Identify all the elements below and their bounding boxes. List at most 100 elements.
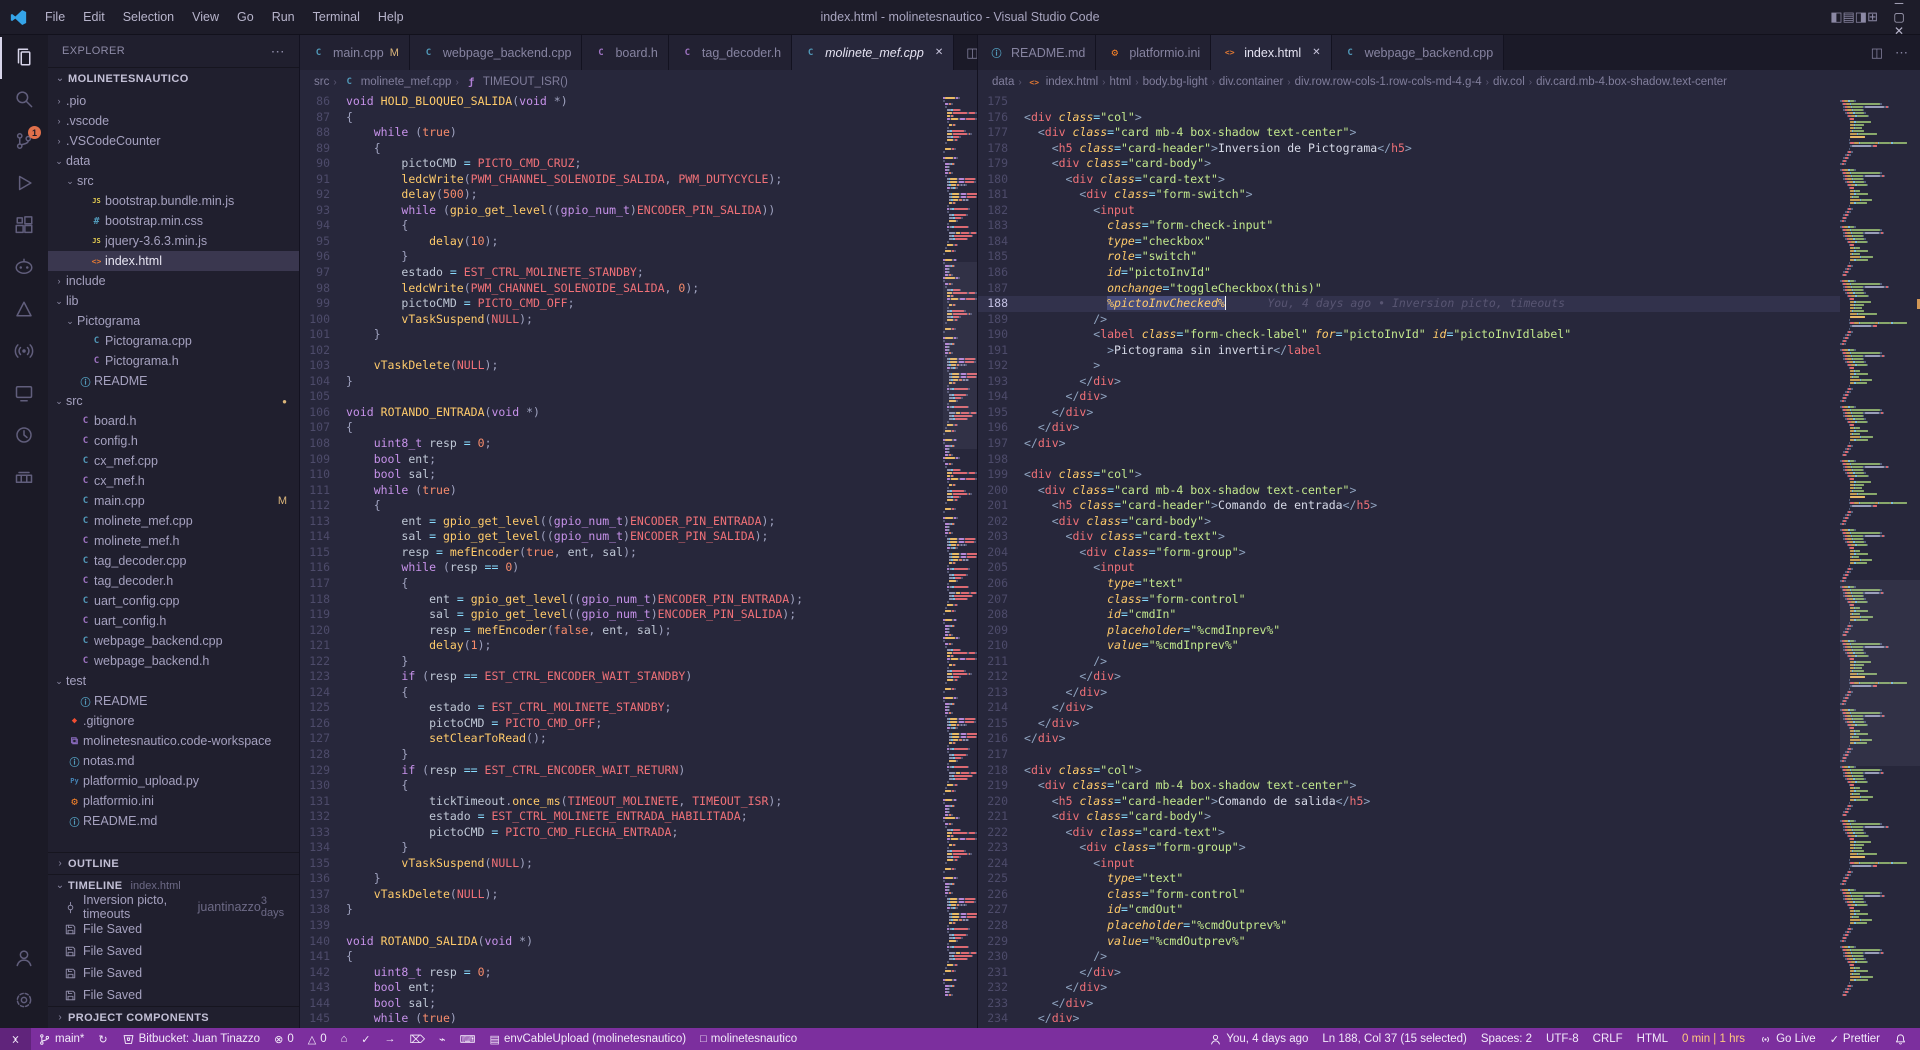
code-line[interactable]: 202 <div class="card-body">	[978, 514, 1840, 530]
code-line[interactable]: 128 }	[300, 747, 943, 763]
code-line[interactable]: 224 <input	[978, 856, 1840, 872]
activity-gitlens[interactable]	[0, 415, 48, 457]
code-line[interactable]: 227 id="cmdOut"	[978, 902, 1840, 918]
tree-item-index.html[interactable]: <>index.html	[48, 251, 299, 271]
status-notifications[interactable]	[1887, 1028, 1914, 1050]
code-line[interactable]: 106void ROTANDO_ENTRADA(void *)	[300, 405, 943, 421]
activity-run-and-debug[interactable]	[0, 163, 48, 205]
code-line[interactable]: 103 vTaskDelete(NULL);	[300, 358, 943, 374]
section-root-folder[interactable]: ⌄ MOLINETESNAUTICO	[48, 67, 299, 89]
code-line[interactable]: 132 estado = EST_CTRL_MOLINETE_ENTRADA_H…	[300, 809, 943, 825]
code-line[interactable]: 196 </div>	[978, 420, 1840, 436]
tree-item-webpage_backend.h[interactable]: Cwebpage_backend.h	[48, 651, 299, 671]
code-line[interactable]: 99 pictoCMD = PICTO_CMD_OFF;	[300, 296, 943, 312]
code-line[interactable]: 118 ent = gpio_get_level((gpio_num_t)ENC…	[300, 592, 943, 608]
tree-item-include[interactable]: ›include	[48, 271, 299, 291]
tab-index.html[interactable]: <>index.html✕	[1211, 35, 1331, 70]
timeline-item[interactable]: Inversion picto, timeoutsjuantinazzo3 da…	[48, 896, 299, 918]
tab-board.h[interactable]: Cboard.h	[582, 35, 668, 70]
activity-accounts[interactable]	[0, 938, 48, 980]
code-line[interactable]: 221 <div class="card-body">	[978, 809, 1840, 825]
code-line[interactable]: 211 />	[978, 654, 1840, 670]
code-line[interactable]: 184 type="checkbox"	[978, 234, 1840, 250]
code-line[interactable]: 215 </div>	[978, 716, 1840, 732]
status-language-mode[interactable]: HTML	[1630, 1028, 1675, 1050]
code-editor-left[interactable]: 86void HOLD_BLOQUEO_SALIDA(void *)87{88 …	[300, 94, 943, 1028]
activity-explorer[interactable]	[0, 37, 48, 79]
code-line[interactable]: 229 value="%cmdOutprev%"	[978, 934, 1840, 950]
tab-webpage_backend.cpp[interactable]: Cwebpage_backend.cpp	[410, 35, 583, 70]
code-line[interactable]: 228 placeholder="%cmdOutprev%"	[978, 918, 1840, 934]
code-line[interactable]: 214 </div>	[978, 700, 1840, 716]
tree-item-molinetesnautico.code-workspace[interactable]: ⧉molinetesnautico.code-workspace	[48, 731, 299, 751]
code-line[interactable]: 179 <div class="card-body">	[978, 156, 1840, 172]
code-line[interactable]: 233 </div>	[978, 996, 1840, 1012]
tree-item-main.cpp[interactable]: Cmain.cppM	[48, 491, 299, 511]
code-line[interactable]: 134 }	[300, 840, 943, 856]
code-line[interactable]: 121 delay(1);	[300, 638, 943, 654]
code-line[interactable]: 95 delay(10);	[300, 234, 943, 250]
code-line[interactable]: 104}	[300, 374, 943, 390]
toggle-panel-icon[interactable]: ▤	[1843, 9, 1855, 24]
tree-item-data[interactable]: ⌄data	[48, 151, 299, 171]
code-line[interactable]: 119 sal = gpio_get_level((gpio_num_t)ENC…	[300, 607, 943, 623]
code-line[interactable]: 197</div>	[978, 436, 1840, 452]
tree-item-src[interactable]: ⌄src	[48, 171, 299, 191]
timeline-item[interactable]: File Saved	[48, 918, 299, 940]
tree-item-tag_decoder.cpp[interactable]: Ctag_decoder.cpp	[48, 551, 299, 571]
code-line[interactable]: 188 %pictoInvChecked% You, 4 days ago • …	[978, 296, 1840, 312]
code-line[interactable]: 203 <div class="card-text">	[978, 529, 1840, 545]
activity-source-control[interactable]: 1	[0, 121, 48, 163]
status-pio-project[interactable]: □molinetesnautico	[693, 1028, 804, 1050]
activity-cmake[interactable]	[0, 289, 48, 331]
tree-item-platformio.ini[interactable]: ⚙platformio.ini	[48, 791, 299, 811]
close-button[interactable]: ✕	[1878, 24, 1920, 38]
breadcrumb-data[interactable]: data	[992, 76, 1014, 88]
tree-item-.pio[interactable]: ›.pio	[48, 91, 299, 111]
code-line[interactable]: 90 pictoCMD = PICTO_CMD_CRUZ;	[300, 156, 943, 172]
code-line[interactable]: 96 }	[300, 249, 943, 265]
code-editor-right[interactable]: 175176<div class="col">177 <div class="c…	[978, 94, 1840, 1028]
status-prettier[interactable]: ✓Prettier	[1823, 1028, 1887, 1050]
more-actions-icon[interactable]: ⋯	[1895, 45, 1908, 61]
breadcrumb-body.bg-light[interactable]: body.bg-light	[1143, 76, 1208, 88]
code-line[interactable]: 212 </div>	[978, 669, 1840, 685]
code-line[interactable]: 88 while (true)	[300, 125, 943, 141]
code-line[interactable]: 185 role="switch"	[978, 249, 1840, 265]
code-line[interactable]: 200 <div class="card mb-4 box-shadow tex…	[978, 483, 1840, 499]
menu-file[interactable]: File	[36, 0, 74, 34]
toggle-secondary-sidebar-icon[interactable]: ◨	[1855, 9, 1867, 24]
breadcrumb-div.row.row-cols-1.row-cols-md-4.g-4[interactable]: div.row.row-cols-1.row-cols-md-4.g-4	[1295, 76, 1482, 88]
status-pio-clean[interactable]: ⌦	[402, 1028, 432, 1050]
code-line[interactable]: 194 </div>	[978, 389, 1840, 405]
tree-item-bootstrap.bundle.min.js[interactable]: JSbootstrap.bundle.min.js	[48, 191, 299, 211]
status-pio-home[interactable]: ⌂	[334, 1028, 355, 1050]
code-line[interactable]: 137 vTaskDelete(NULL);	[300, 887, 943, 903]
code-line[interactable]: 86void HOLD_BLOQUEO_SALIDA(void *)	[300, 94, 943, 110]
minimap-right[interactable]	[1840, 94, 1920, 1028]
code-line[interactable]: 226 class="form-control"	[978, 887, 1840, 903]
tree-item-Pictograma.h[interactable]: CPictograma.h	[48, 351, 299, 371]
code-line[interactable]: 110 bool sal;	[300, 467, 943, 483]
maximize-button[interactable]: ▢	[1878, 10, 1920, 24]
activity-settings[interactable]	[0, 980, 48, 1022]
code-line[interactable]: 190 <label class="form-check-label" for=…	[978, 327, 1840, 343]
tree-item-board.h[interactable]: Cboard.h	[48, 411, 299, 431]
code-line[interactable]: 133 pictoCMD = PICTO_CMD_FLECHA_ENTRADA;	[300, 825, 943, 841]
timeline-item[interactable]: File Saved	[48, 940, 299, 962]
code-line[interactable]: 180 <div class="card-text">	[978, 172, 1840, 188]
tab-webpage_backend.cpp[interactable]: Cwebpage_backend.cpp	[1332, 35, 1505, 70]
tree-item-Pictograma[interactable]: ⌄Pictograma	[48, 311, 299, 331]
code-line[interactable]: 98 ledcWrite(PWM_CHANNEL_SOLENOIDE_SALID…	[300, 281, 943, 297]
code-line[interactable]: 93 while (gpio_get_level((gpio_num_t)ENC…	[300, 203, 943, 219]
code-line[interactable]: 182 <input	[978, 203, 1840, 219]
code-line[interactable]: 124 {	[300, 685, 943, 701]
code-line[interactable]: 129 if (resp == EST_CTRL_ENCODER_WAIT_RE…	[300, 763, 943, 779]
tree-item-uart_config.h[interactable]: Cuart_config.h	[48, 611, 299, 631]
code-line[interactable]: 112 {	[300, 498, 943, 514]
tree-item-README.md[interactable]: ⓘREADME.md	[48, 811, 299, 831]
code-line[interactable]: 213 </div>	[978, 685, 1840, 701]
code-line[interactable]: 107{	[300, 420, 943, 436]
activity-remote-explorer[interactable]	[0, 373, 48, 415]
activity-search[interactable]	[0, 79, 48, 121]
